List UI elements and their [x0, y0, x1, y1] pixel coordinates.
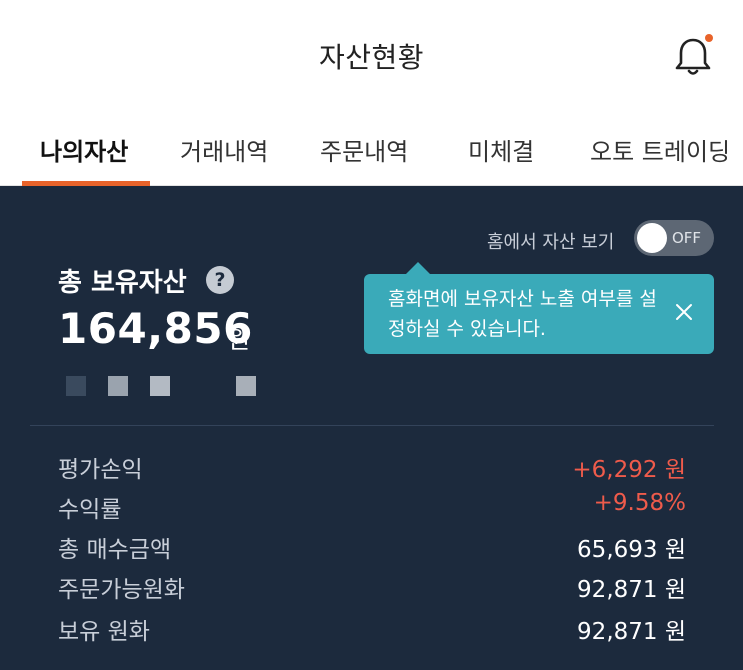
home-assets-toggle[interactable]: OFF [634, 220, 714, 256]
tab-transaction-history[interactable]: 거래내역 [180, 132, 268, 167]
summary-row-orderable-krw: 주문가능원화 92,871 원 [0, 570, 743, 610]
total-assets-label: 총 보유자산 [58, 268, 187, 298]
tab-unfilled[interactable]: 미체결 [468, 132, 534, 167]
toggle-state: OFF [672, 229, 702, 247]
page-title: 자산현황 [318, 41, 425, 74]
asset-panel: 홈에서 자산 보기 OFF 총 보유자산 ? 164,856 원 홈화면에 보유… [0, 186, 743, 670]
row-label: 수익률 [58, 497, 122, 523]
tab-my-assets[interactable]: 나의자산 [40, 132, 128, 167]
tooltip-text: 홈화면에 보유자산 노출 여부를 설정하실 수 있습니다. [388, 288, 657, 340]
bell-icon [675, 34, 713, 75]
summary-row-total-purchase: 총 매수금액 65,693 원 [0, 530, 743, 570]
total-assets-amount: 164,856 [58, 304, 253, 353]
app-header: 자산현황 [0, 0, 743, 110]
close-icon [676, 304, 692, 320]
notification-button[interactable] [672, 34, 714, 78]
row-label: 총 매수금액 [58, 537, 172, 563]
summary-row-return-rate: 수익률 +9.58% [0, 490, 743, 530]
row-value: 92,871 원 [577, 577, 686, 603]
row-value: +9.58% [593, 490, 686, 516]
row-value: 65,693 원 [577, 537, 686, 563]
row-label: 주문가능원화 [58, 577, 185, 603]
tooltip-close-button[interactable] [672, 300, 696, 324]
total-assets-unit: 원 [228, 326, 251, 354]
notification-dot [705, 34, 713, 42]
help-icon[interactable]: ? [206, 266, 234, 294]
toggle-knob [637, 223, 667, 253]
summary-row-profit: 평가손익 +6,292 원 [0, 450, 743, 490]
home-assets-tooltip: 홈화면에 보유자산 노출 여부를 설정하실 수 있습니다. [364, 262, 714, 354]
row-value: 92,871 원 [577, 619, 686, 645]
summary-row-held-krw: 보유 원화 92,871 원 [0, 612, 743, 652]
home-toggle-label: 홈에서 자산 보기 [487, 232, 615, 253]
row-label: 보유 원화 [58, 619, 150, 645]
tab-bar: 나의자산 거래내역 주문내역 미체결 오토 트레이딩 [0, 110, 743, 186]
tab-order-history[interactable]: 주문내역 [320, 132, 408, 167]
tab-auto-trading[interactable]: 오토 트레이딩 [590, 132, 730, 167]
row-label: 평가손익 [58, 457, 143, 483]
divider [30, 425, 714, 426]
row-value: +6,292 원 [572, 457, 686, 483]
